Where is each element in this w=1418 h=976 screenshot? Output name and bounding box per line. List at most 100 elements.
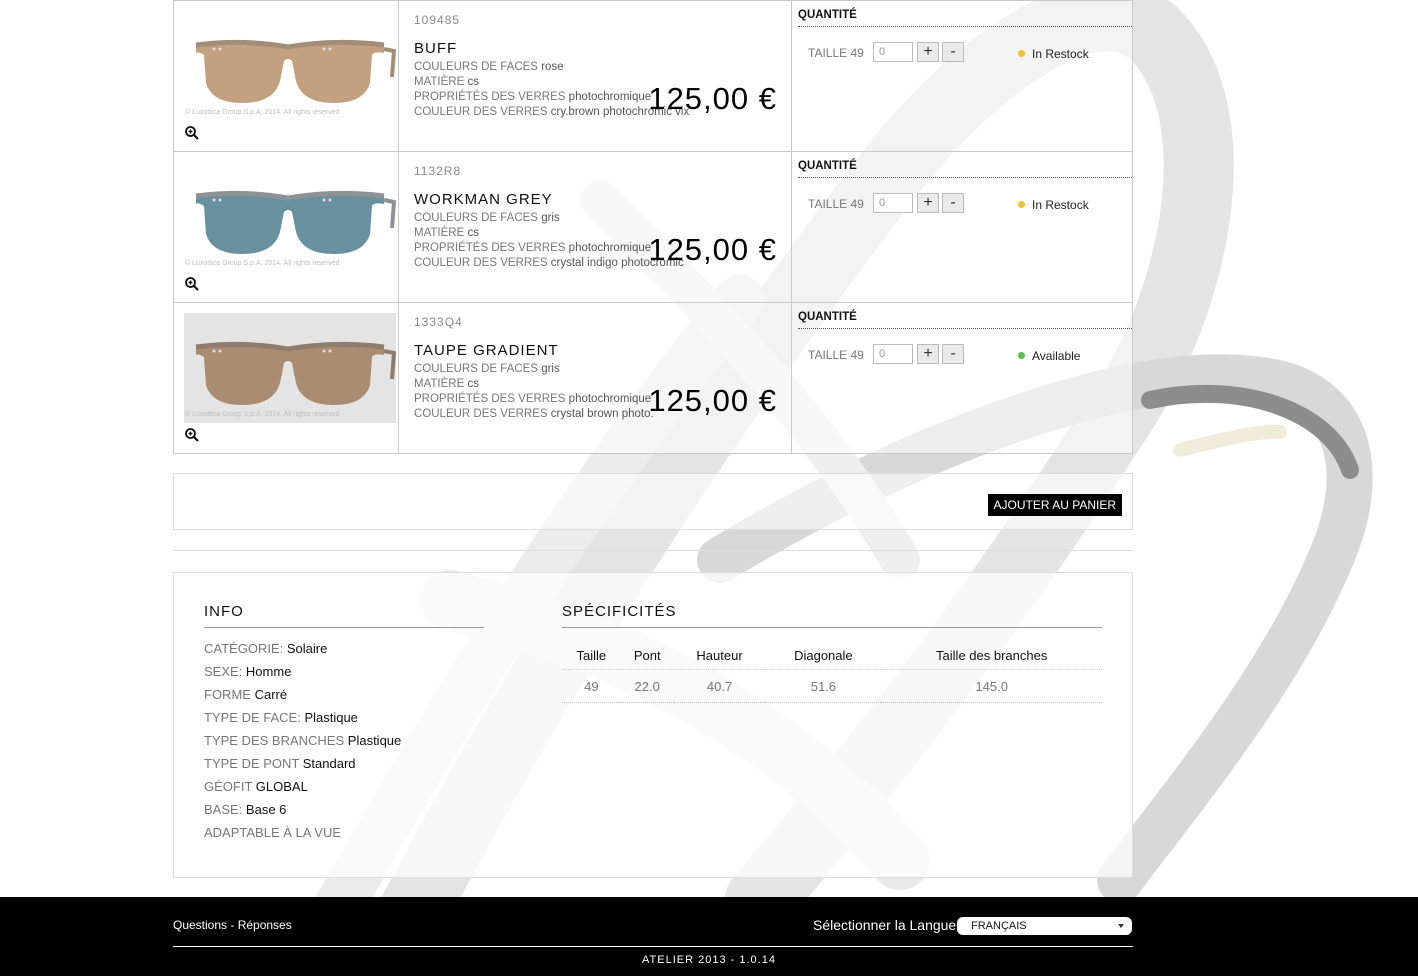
product-info: 109485 BUFF COULEURS DE FACES rose MATIÈR… <box>398 1 792 151</box>
spec-cell: 145.0 <box>881 669 1102 703</box>
language-value: FRANÇAIS <box>971 920 1027 932</box>
spec-line: COULEURS DE FACES gris <box>414 212 560 224</box>
product-ref: 109485 <box>414 13 461 27</box>
stock-dot-icon <box>1018 352 1025 359</box>
chevron-down-icon <box>1118 924 1124 928</box>
spec-column-header: Diagonale <box>765 638 882 670</box>
info-section: INFO CATÉGORIE: Solaire SEXE: Homme FORME … <box>204 603 484 839</box>
quantity-input[interactable] <box>873 344 913 364</box>
size-label: TAILLE 49 <box>808 348 864 362</box>
product-thumbnail: © Luxottica Group S.p.A. 2014. All right… <box>174 1 399 151</box>
product-details: INFO CATÉGORIE: Solaire SEXE: Homme FORME … <box>173 572 1133 878</box>
spec-column-header: Taille <box>562 638 621 670</box>
zoom-in-icon[interactable] <box>184 125 200 141</box>
cart-box: AJOUTER AU PANIER <box>173 473 1133 530</box>
product-specs: COULEURS DE FACES gris MATIÈRE cs PROPRIÉT… <box>414 362 654 422</box>
product-price: 125,00 € <box>648 232 777 267</box>
product-name[interactable]: BUFF <box>414 40 457 57</box>
zoom-in-icon[interactable] <box>184 276 200 292</box>
language-label: Sélectionner la Langue <box>813 917 957 933</box>
spec-column-header: Pont <box>620 638 674 670</box>
version-text: ATELIER 2013 - 1.0.14 <box>642 954 776 966</box>
info-attribute: CATÉGORIE: Solaire <box>204 641 328 656</box>
info-attribute: TYPE DE PONT Standard <box>204 756 356 771</box>
image-copyright: © Luxottica Group S.p.A. 2014. All right… <box>185 109 340 116</box>
specifics-section: SPÉCIFICITÉS Taille Pont Hauteur Diagonale T… <box>562 603 1102 703</box>
specifics-table: Taille Pont Hauteur Diagonale Taille des bra… <box>562 638 1102 703</box>
spec-line: PROPRIÉTÉS DES VERRES photochromique <box>414 242 652 254</box>
quantity-header: QUANTITÉ <box>798 311 1132 329</box>
info-attribute: ADAPTABLE À LA VUE <box>204 825 342 840</box>
product-list: © Luxottica Group S.p.A. 2014. All right… <box>173 0 1133 878</box>
info-attribute: BASE: Base 6 <box>204 802 287 817</box>
stock-status: In Restock <box>1018 47 1089 61</box>
spec-line: MATIÈRE cs <box>414 227 479 239</box>
product-row: © Luxottica Group S.p.A. 2014. All right… <box>173 303 1133 454</box>
spec-cell: 40.7 <box>673 669 766 703</box>
stock-dot-icon <box>1018 50 1025 57</box>
quantity-panel: QUANTITÉ TAILLE 49 + - In Restock <box>792 1 1134 151</box>
spec-line: COULEURS DE FACES gris <box>414 363 560 375</box>
info-attribute: TYPE DES BRANCHES Plastique <box>204 733 402 748</box>
stock-status: In Restock <box>1018 198 1089 212</box>
quantity-header: QUANTITÉ <box>798 9 1132 27</box>
spec-line: COULEURS DE FACES rose <box>414 61 564 73</box>
product-price: 125,00 € <box>648 383 777 418</box>
product-price: 125,00 € <box>648 81 777 116</box>
quantity-input[interactable] <box>873 42 913 62</box>
info-attribute: SEXE: Homme <box>204 664 292 679</box>
spec-line: MATIÈRE cs <box>414 378 479 390</box>
product-ref: 1333Q4 <box>414 315 463 329</box>
sunglasses-image[interactable] <box>184 313 396 423</box>
spec-line: COULEUR DES VERRES crystal brown photo. <box>414 408 654 420</box>
quantity-panel: QUANTITÉ TAILLE 49 + - In Restock <box>792 152 1134 302</box>
quantity-header: QUANTITÉ <box>798 160 1132 178</box>
zoom-in-icon[interactable] <box>184 427 200 443</box>
decrement-button[interactable]: - <box>942 42 964 62</box>
table-row: 49 22.0 40.7 51.6 145.0 <box>562 669 1102 703</box>
stock-text: In Restock <box>1032 198 1089 212</box>
divider <box>173 550 1133 551</box>
stock-dot-icon <box>1018 201 1025 208</box>
product-name[interactable]: WORKMAN GREY <box>414 191 553 208</box>
footer-divider <box>173 946 1133 947</box>
spec-cell: 22.0 <box>620 669 674 703</box>
decrement-button[interactable]: - <box>942 344 964 364</box>
sunglasses-image[interactable] <box>184 11 396 121</box>
info-title: INFO <box>204 603 484 628</box>
spec-column-header: Taille des branches <box>881 638 1102 670</box>
size-label: TAILLE 49 <box>808 46 864 60</box>
product-specs: COULEURS DE FACES gris MATIÈRE cs PROPRIÉT… <box>414 211 684 271</box>
faq-link[interactable]: Questions - Réponses <box>173 918 292 932</box>
info-attribute: GÉOFIT GLOBAL <box>204 779 308 794</box>
spec-cell: 51.6 <box>765 669 882 703</box>
size-label: TAILLE 49 <box>808 197 864 211</box>
stock-text: In Restock <box>1032 47 1089 61</box>
product-info: 1132R8 WORKMAN GREY COULEURS DE FACES gr… <box>398 152 792 302</box>
info-attribute: TYPE DE FACE: Plastique <box>204 710 358 725</box>
spec-cell: 49 <box>562 669 621 703</box>
info-attribute: FORME Carré <box>204 687 288 702</box>
spec-column-header: Hauteur <box>673 638 766 670</box>
image-copyright: © Luxottica Group S.p.A. 2014. All right… <box>185 411 340 418</box>
product-row: © Luxottica Group S.p.A. 2014. All right… <box>173 0 1133 152</box>
sunglasses-image[interactable] <box>184 162 396 272</box>
product-info: 1333Q4 TAUPE GRADIENT COULEURS DE FACES … <box>398 303 792 453</box>
increment-button[interactable]: + <box>917 344 939 364</box>
product-row: © Luxottica Group S.p.A. 2014. All right… <box>173 152 1133 303</box>
quantity-panel: QUANTITÉ TAILLE 49 + - Available <box>792 303 1134 453</box>
spec-line: COULEUR DES VERRES crystal indigo photoc… <box>414 257 684 269</box>
footer: Questions - Réponses Sélectionner la Lan… <box>0 897 1418 976</box>
quantity-input[interactable] <box>873 193 913 213</box>
language-select[interactable]: FRANÇAIS <box>957 917 1132 935</box>
product-thumbnail: © Luxottica Group S.p.A. 2014. All right… <box>174 303 399 453</box>
add-to-cart-button[interactable]: AJOUTER AU PANIER <box>987 494 1122 516</box>
product-thumbnail: © Luxottica Group S.p.A. 2014. All right… <box>174 152 399 302</box>
specifics-title: SPÉCIFICITÉS <box>562 603 1102 628</box>
increment-button[interactable]: + <box>917 42 939 62</box>
stock-status: Available <box>1018 349 1080 363</box>
increment-button[interactable]: + <box>917 193 939 213</box>
product-name[interactable]: TAUPE GRADIENT <box>414 342 559 359</box>
decrement-button[interactable]: - <box>942 193 964 213</box>
product-ref: 1132R8 <box>414 164 462 178</box>
